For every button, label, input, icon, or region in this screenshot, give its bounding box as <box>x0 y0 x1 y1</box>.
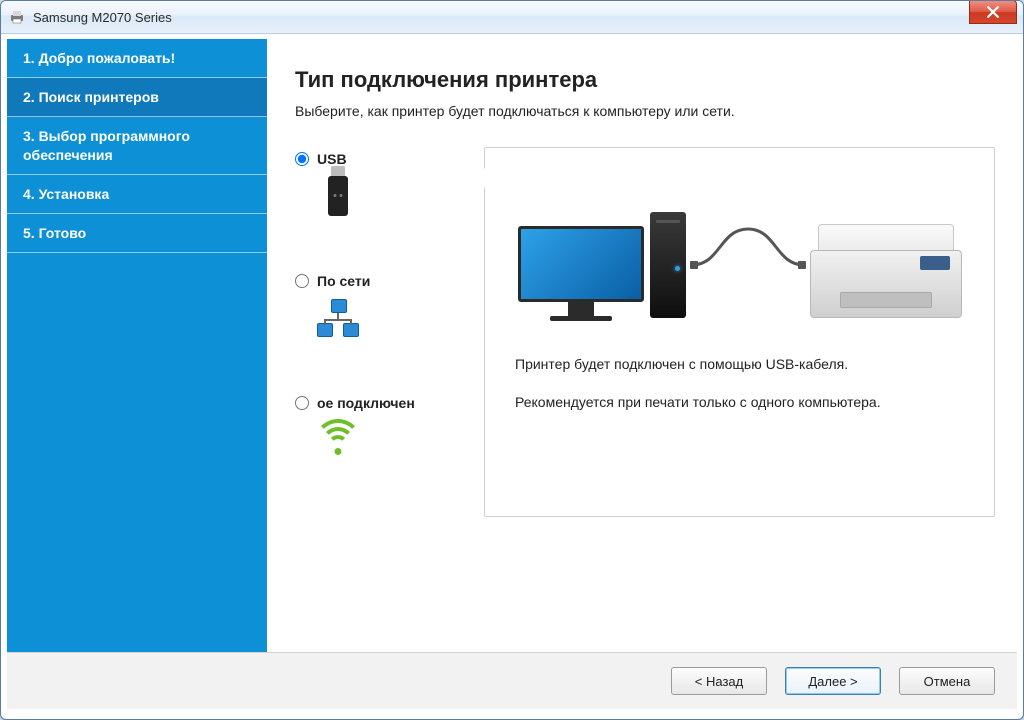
printer-icon <box>9 9 25 25</box>
radio-usb[interactable] <box>295 152 309 166</box>
wifi-icon <box>317 419 359 461</box>
connection-options: USB По сети <box>295 147 470 461</box>
step-select-software[interactable]: 3. Выбор программного обеспечения <box>7 117 267 174</box>
installer-window: Samsung M2070 Series 1. Добро пожаловать… <box>0 0 1024 720</box>
option-wireless[interactable]: ое подключен <box>295 395 470 461</box>
connection-diagram <box>515 178 964 318</box>
cancel-button[interactable]: Отмена <box>899 667 995 695</box>
client-area: 1. Добро пожаловать! 2. Поиск принтеров … <box>7 39 1017 709</box>
network-icon <box>317 297 359 339</box>
step-install[interactable]: 4. Установка <box>7 175 267 214</box>
usb-drive-icon <box>317 175 359 217</box>
main-panel: Тип подключения принтера Выберите, как п… <box>267 39 1017 652</box>
radio-wireless[interactable] <box>295 396 309 410</box>
monitor-icon <box>518 226 644 318</box>
label-usb[interactable]: USB <box>317 151 347 167</box>
page-subheading: Выберите, как принтер будет подключаться… <box>295 103 995 119</box>
page-heading: Тип подключения принтера <box>295 67 995 93</box>
printer-diagram-icon <box>810 218 962 318</box>
step-welcome[interactable]: 1. Добро пожаловать! <box>7 39 267 78</box>
button-bar: < Назад Далее > Отмена <box>7 652 1017 709</box>
radio-network[interactable] <box>295 274 309 288</box>
window-title: Samsung M2070 Series <box>33 10 172 25</box>
description-line-1: Принтер будет подключен с помощью USB-ка… <box>515 354 964 376</box>
usb-cable-icon <box>690 221 806 275</box>
tower-icon <box>650 212 686 318</box>
option-usb[interactable]: USB <box>295 151 470 217</box>
next-button[interactable]: Далее > <box>785 667 881 695</box>
connection-description: Принтер будет подключен с помощью USB-ка… <box>515 354 964 413</box>
titlebar[interactable]: Samsung M2070 Series <box>1 1 1023 34</box>
step-done[interactable]: 5. Готово <box>7 214 267 253</box>
label-wireless[interactable]: ое подключен <box>317 395 415 411</box>
sidebar: 1. Добро пожаловать! 2. Поиск принтеров … <box>7 39 267 652</box>
option-network[interactable]: По сети <box>295 273 470 339</box>
close-icon <box>987 6 999 18</box>
step-search-printers[interactable]: 2. Поиск принтеров <box>7 78 267 117</box>
description-line-2: Рекомендуется при печати только с одного… <box>515 392 964 414</box>
back-button[interactable]: < Назад <box>671 667 767 695</box>
close-button[interactable] <box>969 0 1017 24</box>
label-network[interactable]: По сети <box>317 273 370 289</box>
